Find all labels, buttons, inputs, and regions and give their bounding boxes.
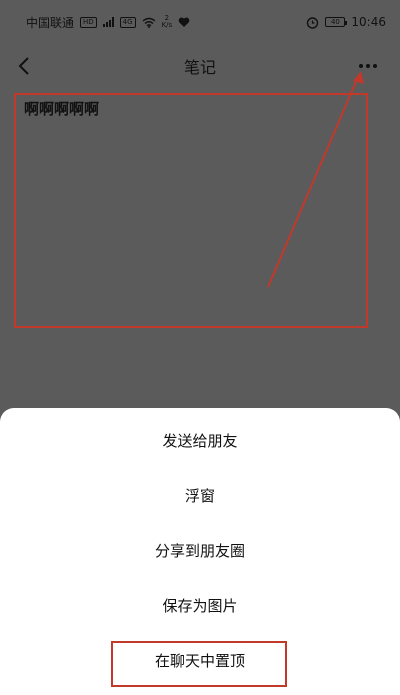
action-sheet: 发送给朋友 浮窗 分享到朋友圈 保存为图片 在聊天中置顶 — [0, 408, 400, 695]
note-highlight-box — [14, 93, 368, 328]
floating-window-button[interactable]: 浮窗 — [0, 468, 400, 523]
battery-level: 40 — [330, 18, 340, 26]
more-dot — [366, 64, 370, 68]
alarm-icon — [307, 16, 319, 29]
battery-icon: 40 — [325, 17, 348, 27]
network-badge: 4G — [119, 16, 136, 28]
signal-icon — [102, 17, 114, 27]
hd-badge: HD — [80, 16, 97, 28]
back-button[interactable] — [12, 54, 36, 78]
share-to-moments-button[interactable]: 分享到朋友圈 — [0, 523, 400, 578]
note-content: 啊啊啊啊啊 — [24, 100, 100, 118]
nav-bar: 笔记 — [0, 44, 400, 88]
status-bar: 中国联通 HD 4G 2 K/s 40 10:46 — [0, 0, 400, 44]
carrier-name: 中国联通 — [26, 15, 75, 30]
more-dot — [359, 64, 363, 68]
wifi-icon — [142, 17, 156, 28]
status-left: 中国联通 HD 4G 2 K/s — [26, 14, 190, 31]
network-speed: 2 K/s — [162, 15, 173, 29]
status-right: 40 10:46 — [306, 15, 386, 29]
heart-icon — [178, 17, 190, 27]
speed-unit: K/s — [161, 21, 173, 29]
pin-in-chat-button[interactable]: 在聊天中置顶 — [0, 633, 400, 688]
more-dot — [373, 64, 377, 68]
more-button[interactable] — [354, 56, 382, 76]
status-time: 10:46 — [351, 15, 386, 29]
chevron-left-icon — [18, 57, 29, 75]
save-as-image-button[interactable]: 保存为图片 — [0, 578, 400, 633]
send-to-friend-button[interactable]: 发送给朋友 — [0, 413, 400, 468]
page-title: 笔记 — [183, 58, 216, 77]
